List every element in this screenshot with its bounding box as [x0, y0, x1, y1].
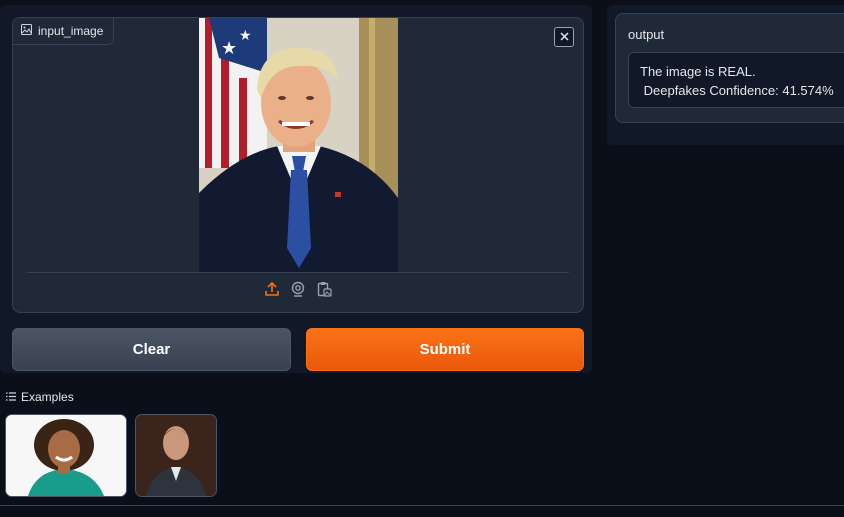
- image-source-toolbar: [13, 280, 583, 302]
- output-label: output: [628, 27, 665, 42]
- clear-image-button[interactable]: [554, 27, 574, 47]
- clipboard-icon[interactable]: [316, 281, 332, 302]
- image-icon: [21, 24, 32, 38]
- clear-button[interactable]: Clear: [12, 328, 291, 371]
- svg-text:★: ★: [239, 28, 252, 44]
- input-image-label: input_image: [13, 18, 115, 45]
- footer-divider: [0, 505, 844, 506]
- upload-icon[interactable]: [264, 281, 280, 302]
- output-panel: output The image is REAL. Deepfakes Conf…: [607, 5, 844, 145]
- output-line-confidence: Deepfakes Confidence: 41.574%: [640, 83, 834, 98]
- output-block: output The image is REAL. Deepfakes Conf…: [615, 13, 844, 123]
- output-textbox[interactable]: The image is REAL. Deepfakes Confidence:…: [628, 52, 844, 108]
- output-line-result: The image is REAL.: [640, 64, 756, 79]
- examples-header: Examples: [6, 390, 74, 404]
- webcam-icon[interactable]: [290, 281, 306, 302]
- list-icon: [6, 390, 16, 404]
- input-panel: input_image ★ ★ Clear Submit: [0, 5, 592, 373]
- svg-text:★: ★: [221, 38, 237, 59]
- image-toolbar-divider: [27, 272, 569, 273]
- example-image-woman[interactable]: [5, 414, 127, 497]
- submit-button[interactable]: Submit: [306, 328, 584, 371]
- image-input-block[interactable]: input_image ★ ★: [12, 17, 584, 313]
- close-icon: [559, 28, 569, 46]
- uploaded-portrait-image: ★ ★: [199, 18, 398, 272]
- example-image-man[interactable]: [135, 414, 217, 497]
